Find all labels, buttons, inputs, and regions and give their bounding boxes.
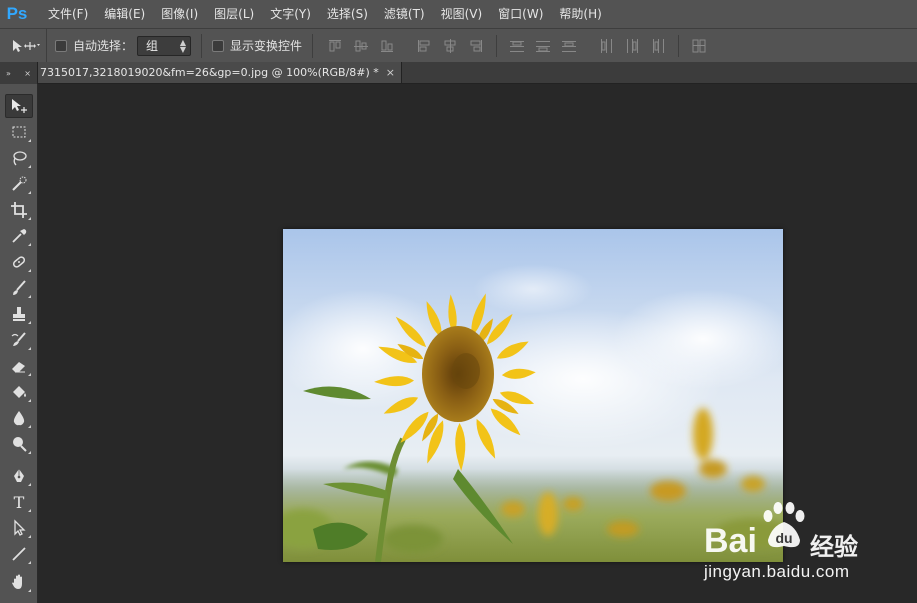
align-top-edges-icon[interactable] — [323, 34, 347, 58]
blur-tool-icon[interactable] — [5, 406, 33, 430]
toolbox: T — [0, 84, 38, 603]
eraser-tool-icon[interactable] — [5, 354, 33, 378]
show-transform-controls-label: 显示变换控件 — [230, 39, 303, 53]
distribute-vertical-centers-icon[interactable] — [531, 34, 555, 58]
line-tool-icon[interactable] — [5, 542, 33, 566]
align-vertical-centers-icon[interactable] — [349, 34, 373, 58]
align-left-edges-icon[interactable] — [412, 34, 436, 58]
svg-text:du: du — [775, 530, 792, 546]
distribute-left-edges-icon[interactable] — [594, 34, 618, 58]
distribute-right-edges-icon[interactable] — [646, 34, 670, 58]
auto-select-value: 组 — [146, 39, 159, 53]
align-icons-group — [323, 34, 711, 58]
collapse-toolbox-icon[interactable]: » — [6, 69, 11, 78]
dropdown-arrows-icon: ▲ ▼ — [179, 37, 187, 54]
document-tab-bar: » × 7315017,3218019020&fm=26&gp=0.jpg @ … — [0, 62, 917, 84]
photoshop-window: Ps 文件(F) 编辑(E) 图像(I) 图层(L) 文字(Y) 选择(S) 滤… — [0, 0, 917, 603]
auto-select-label: 自动选择： — [73, 39, 134, 53]
path-selection-tool-icon[interactable] — [5, 516, 33, 540]
toolbox-header: » × — [0, 62, 38, 84]
brush-tool-icon[interactable] — [5, 276, 33, 300]
hand-tool-icon[interactable] — [5, 570, 33, 594]
align-bottom-edges-icon[interactable] — [375, 34, 399, 58]
menu-view[interactable]: 视图(V) — [433, 0, 491, 28]
auto-select-checkbox[interactable] — [55, 39, 67, 52]
document-tab-title: 7315017,3218019020&fm=26&gp=0.jpg @ 100%… — [40, 66, 379, 79]
photoshop-logo: Ps — [6, 4, 28, 23]
lasso-tool-icon[interactable] — [5, 146, 33, 170]
move-tool-preset-icon — [13, 39, 40, 52]
menu-bar: Ps 文件(F) 编辑(E) 图像(I) 图层(L) 文字(Y) 选择(S) 滤… — [0, 0, 917, 28]
history-brush-tool-icon[interactable] — [5, 328, 33, 352]
baidu-paw-icon: du — [763, 502, 805, 548]
separator — [201, 33, 203, 58]
menu-layer[interactable]: 图层(L) — [206, 0, 262, 28]
close-document-icon[interactable]: × — [386, 66, 395, 79]
menu-edit[interactable]: 编辑(E) — [96, 0, 153, 28]
quick-selection-tool-icon[interactable] — [5, 172, 33, 196]
crop-tool-icon[interactable] — [5, 198, 33, 222]
clone-stamp-tool-icon[interactable] — [5, 302, 33, 326]
type-tool-glyph: T — [13, 492, 25, 512]
auto-select-dropdown[interactable]: 组 ▲ ▼ — [137, 35, 192, 56]
align-right-edges-icon[interactable] — [464, 34, 488, 58]
tool-preset-picker[interactable] — [0, 28, 47, 63]
distribute-bottom-edges-icon[interactable] — [557, 34, 581, 58]
menu-help[interactable]: 帮助(H) — [551, 0, 609, 28]
type-tool-icon[interactable]: T — [5, 490, 33, 514]
align-horizontal-centers-icon[interactable] — [438, 34, 462, 58]
options-bar: 自动选择： 组 ▲ ▼ 显示变换控件 — [0, 28, 917, 63]
menu-file[interactable]: 文件(F) — [40, 0, 96, 28]
menu-window[interactable]: 窗口(W) — [490, 0, 551, 28]
paint-bucket-tool-icon[interactable] — [5, 380, 33, 404]
healing-brush-tool-icon[interactable] — [5, 250, 33, 274]
menu-select[interactable]: 选择(S) — [319, 0, 376, 28]
baidu-jingyan-watermark: Bai du 经验 jingyan.baidu.com — [700, 500, 880, 590]
auto-align-layers-icon[interactable] — [687, 34, 711, 58]
show-transform-controls-checkbox[interactable] — [212, 39, 225, 52]
document-tab[interactable]: 7315017,3218019020&fm=26&gp=0.jpg @ 100%… — [38, 62, 403, 83]
pen-tool-icon[interactable] — [5, 464, 33, 488]
menu-image[interactable]: 图像(I) — [153, 0, 206, 28]
move-tool-icon[interactable] — [5, 94, 33, 118]
menu-type[interactable]: 文字(Y) — [262, 0, 319, 28]
watermark-url: jingyan.baidu.com — [704, 562, 850, 581]
watermark-brand-text: Bai — [704, 522, 757, 560]
eyedropper-tool-icon[interactable] — [5, 224, 33, 248]
watermark-jingyan-text: 经验 — [810, 533, 858, 561]
separator — [312, 33, 314, 58]
distribute-top-edges-icon[interactable] — [505, 34, 529, 58]
distribute-horizontal-centers-icon[interactable] — [620, 34, 644, 58]
dodge-tool-icon[interactable] — [5, 432, 33, 456]
close-toolbox-icon[interactable]: × — [24, 69, 31, 78]
marquee-tool-icon[interactable] — [5, 120, 33, 144]
menu-filter[interactable]: 滤镜(T) — [376, 0, 433, 28]
